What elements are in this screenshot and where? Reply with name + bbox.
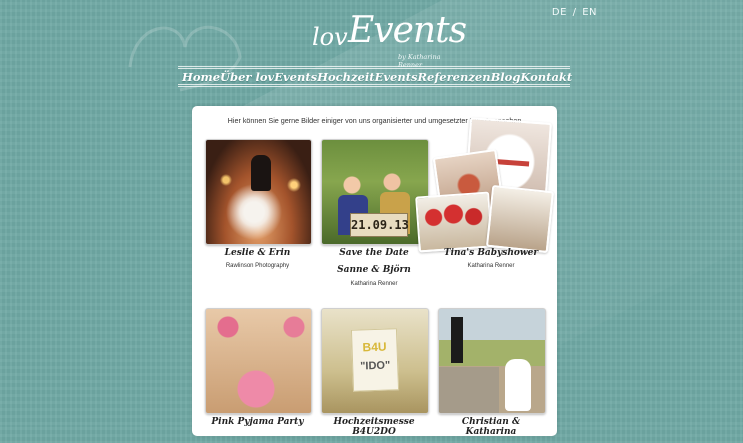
gallery-photo-pink-pyjama-party[interactable] bbox=[205, 308, 312, 414]
nav-blog[interactable]: Blog bbox=[491, 70, 521, 84]
gallery-title[interactable]: Pink Pyjama Party bbox=[205, 417, 310, 427]
gallery-photo-babyshower-table[interactable] bbox=[485, 184, 555, 254]
nav-kontakt[interactable]: Kontakt bbox=[520, 70, 572, 84]
tag-text-ido: "IDO" bbox=[360, 359, 391, 373]
logo-events-text: Events bbox=[348, 10, 467, 51]
stone-wall bbox=[439, 367, 499, 413]
gallery-title-line2[interactable]: Sanne & Björn bbox=[321, 265, 427, 275]
language-switcher: DE / EN bbox=[551, 7, 598, 18]
lang-separator: / bbox=[572, 7, 577, 18]
logo-love-text: lov bbox=[312, 23, 348, 51]
name-tag: B4U "IDO" bbox=[350, 328, 400, 392]
tag-text-b4u: B4U bbox=[362, 339, 387, 355]
nav-referenzen[interactable]: Referenzen bbox=[417, 70, 490, 84]
nav-home[interactable]: Home bbox=[182, 70, 220, 84]
gallery-photo-babyshower-mushrooms[interactable] bbox=[415, 191, 493, 253]
site-logo[interactable]: lov Events by Katharina Renner bbox=[312, 8, 467, 69]
gallery-credit: Katharina Renner bbox=[350, 281, 398, 287]
gallery-credit: Katharina Renner bbox=[467, 263, 515, 269]
date-sign: 21.09.13 bbox=[350, 213, 409, 237]
gallery-credit: Rawlinson Photography bbox=[225, 263, 290, 269]
nav-divider bbox=[178, 66, 570, 67]
gallery-title[interactable]: Leslie & Erin bbox=[205, 248, 310, 258]
gallery-photo-save-the-date[interactable]: 21.09.13 bbox=[321, 139, 429, 245]
groom-figure bbox=[451, 317, 463, 363]
nav-divider bbox=[178, 86, 570, 87]
gallery-photo-hochzeitsmesse[interactable]: B4U "IDO" bbox=[321, 308, 429, 414]
gallery-title[interactable]: Save the Date bbox=[321, 248, 427, 258]
gallery-title[interactable]: Tina's Babyshower bbox=[438, 248, 544, 258]
gallery-photo-christian-katharina[interactable] bbox=[438, 308, 546, 414]
couple-silhouette bbox=[251, 155, 271, 191]
nav-ueber-lovevents[interactable]: Über lovEvents bbox=[220, 70, 317, 84]
lang-de-link[interactable]: DE bbox=[551, 7, 568, 18]
gallery-title[interactable]: Hochzeitsmesse B4U2DO bbox=[321, 417, 427, 437]
main-navigation: Home Über lovEvents Hochzeit Events Refe… bbox=[182, 69, 572, 84]
gallery-photo-leslie-erin[interactable] bbox=[205, 139, 312, 245]
nav-events[interactable]: Events bbox=[375, 70, 418, 84]
lang-en-link[interactable]: EN bbox=[581, 7, 598, 18]
nav-divider bbox=[178, 84, 570, 85]
gallery-title[interactable]: Christian & Katharina bbox=[438, 417, 544, 437]
content-panel: Hier können Sie gerne Bilder einiger von… bbox=[192, 106, 557, 437]
bride-figure bbox=[505, 359, 531, 411]
nav-hochzeit[interactable]: Hochzeit bbox=[317, 70, 374, 84]
